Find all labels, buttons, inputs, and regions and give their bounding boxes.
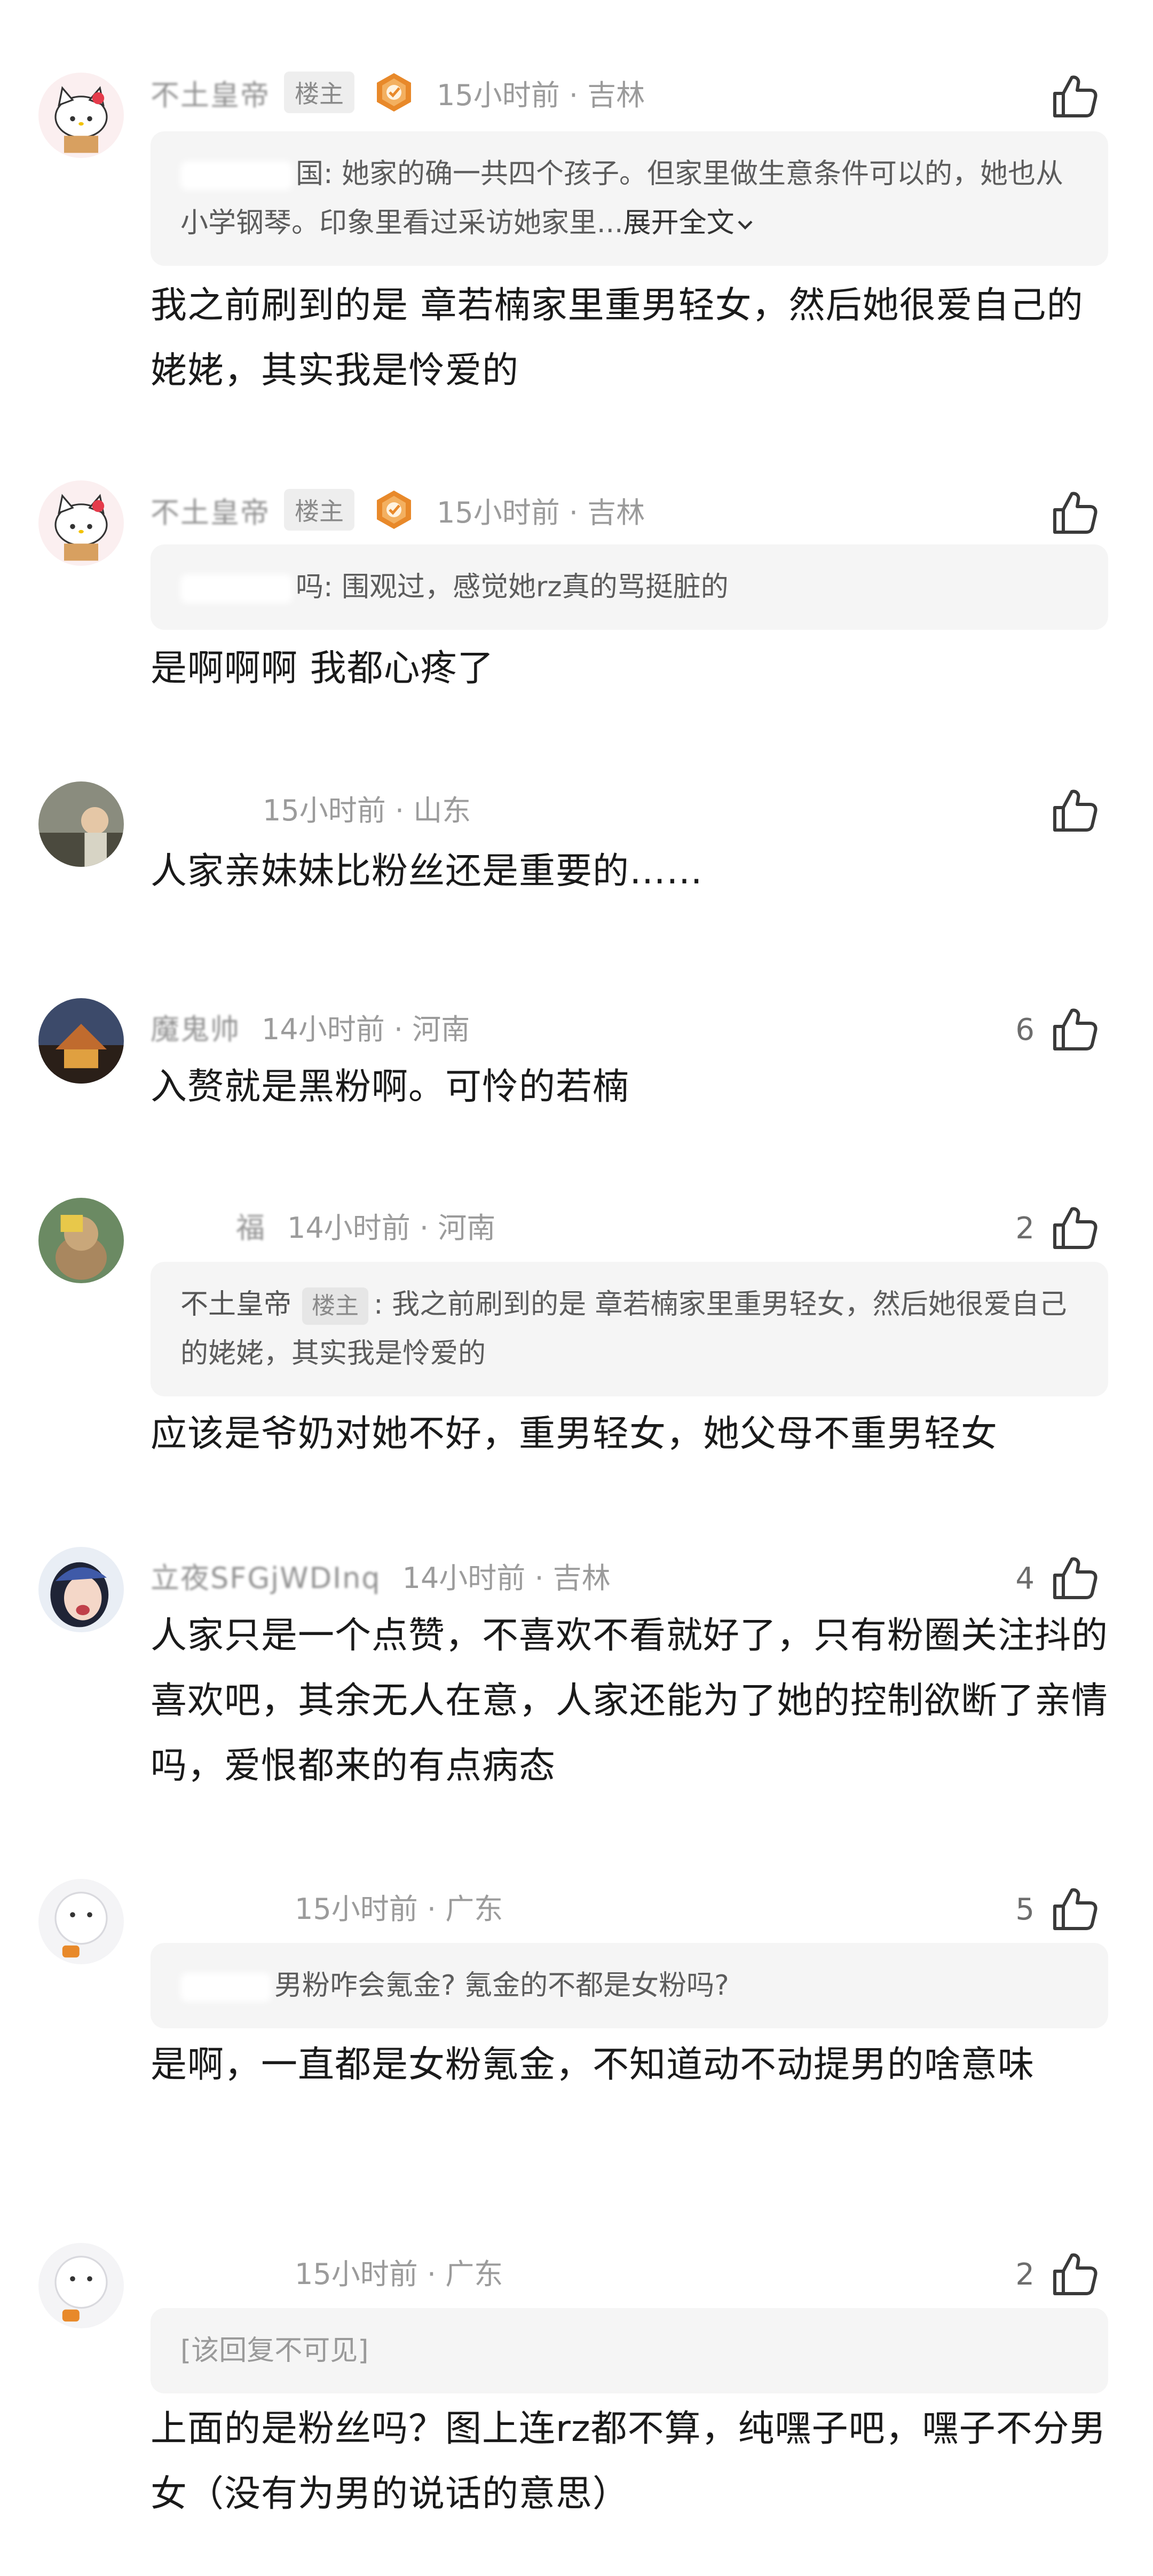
fan-medal-icon	[373, 488, 415, 531]
comment-text: 是啊，一直都是女粉氪金，不知道动不动提男的啥意味	[151, 2044, 1035, 2086]
time-location: 15小时前 · 广东	[295, 2257, 503, 2291]
avatar[interactable]	[38, 480, 124, 566]
like-button[interactable]: 2	[1015, 1199, 1100, 1258]
comment-meta: 魔鬼帅 14小时前 · 河南	[151, 1002, 470, 1050]
comment-meta: 不土皇帝 楼主 15小时前 · 吉林	[151, 68, 645, 116]
thumbs-up-icon[interactable]	[1048, 1004, 1100, 1055]
comment-meta: 15小时前 · 山东	[151, 784, 471, 832]
quote-text: 吗: 围观过，感觉她rz真的骂挺脏的	[296, 571, 729, 603]
username[interactable]: 不土皇帝	[151, 72, 270, 114]
comment-text: 我之前刷到的是 章若楠家里重男轻女，然后她很爱自己的姥姥，其实我是怜爱的	[151, 285, 1084, 392]
thumbs-up-icon[interactable]	[1048, 1203, 1100, 1254]
quoted-reply: [该回复不可见]	[151, 2308, 1108, 2393]
thumbs-up-icon[interactable]	[1048, 1553, 1100, 1604]
quote-text: [该回复不可见]	[180, 2335, 369, 2367]
fan-medal-icon	[373, 71, 415, 114]
comment-text: 应该是爷奶对她不好，重男轻女，她父母不重男轻女	[151, 1413, 998, 1455]
time-location: 15小时前 · 吉林	[437, 78, 645, 112]
quote-text: 国: 她家的确一共四个孩子。但家里做生意条件可以的，她也从小学钢琴。印象里看过采…	[180, 158, 1064, 239]
like-button[interactable]	[1034, 781, 1100, 840]
time-location: 14小时前 · 河南	[287, 1211, 496, 1245]
avatar[interactable]	[38, 1879, 124, 1964]
like-button[interactable]: 5	[1015, 1880, 1100, 1939]
op-badge: 楼主	[284, 72, 354, 113]
username[interactable]: 福	[151, 1204, 266, 1246]
blurred-username	[180, 1973, 271, 2002]
time-location: 15小时前 · 吉林	[437, 495, 645, 530]
thumbs-up-icon[interactable]	[1048, 1884, 1100, 1935]
quoted-reply[interactable]: 男粉咋会氪金? 氪金的不都是女粉吗?	[151, 1943, 1108, 2028]
like-button[interactable]	[1034, 67, 1100, 126]
comment-text: 人家只是一个点赞，不喜欢不看就好了，只有粉圈关注抖的喜欢吧，其余无人在意，人家还…	[151, 1615, 1109, 1787]
comment-meta: 福 14小时前 · 河南	[151, 1201, 495, 1249]
like-button[interactable]: 2	[1015, 2245, 1100, 2304]
thumbs-up-icon[interactable]	[1048, 2249, 1100, 2300]
avatar[interactable]	[38, 781, 124, 867]
avatar[interactable]	[38, 2243, 124, 2328]
quote-text: 男粉咋会氪金? 氪金的不都是女粉吗?	[274, 1970, 729, 2002]
thumbs-up-icon[interactable]	[1048, 487, 1100, 539]
like-count: 5	[1015, 1892, 1034, 1927]
comment-text: 人家亲妹妹比粉丝还是重要的……	[151, 850, 704, 892]
avatar[interactable]	[38, 1198, 124, 1283]
avatar[interactable]	[38, 73, 124, 158]
comment-text: 入赘就是黑粉啊。可怜的若楠	[151, 1066, 630, 1108]
op-badge: 楼主	[284, 489, 354, 531]
comment-text: 是啊啊啊 我都心疼了	[151, 647, 494, 690]
blurred-username	[180, 161, 293, 190]
time-location: 14小时前 · 河南	[262, 1012, 470, 1046]
like-count: 2	[1015, 1211, 1034, 1246]
like-count: 4	[1015, 1561, 1034, 1596]
quote-author[interactable]: 不土皇帝	[180, 1289, 291, 1321]
like-count: 2	[1015, 2257, 1034, 2292]
avatar[interactable]	[38, 998, 124, 1084]
time-location: 15小时前 · 山东	[263, 793, 471, 827]
like-button[interactable]	[1034, 484, 1100, 542]
chevron-down-icon	[738, 220, 753, 230]
comment-meta: 15小时前 · 广东	[151, 2247, 503, 2295]
comment-meta: 不土皇帝 楼主 15小时前 · 吉林	[151, 486, 645, 534]
thumbs-up-icon[interactable]	[1048, 785, 1100, 836]
like-button[interactable]: 4	[1015, 1549, 1100, 1608]
username[interactable]: 不土皇帝	[151, 489, 270, 531]
comment-meta: 立夜SFGjWDInq 14小时前 · 吉林	[151, 1551, 611, 1599]
thumbs-up-icon[interactable]	[1048, 71, 1100, 122]
quoted-reply[interactable]: 吗: 围观过，感觉她rz真的骂挺脏的	[151, 544, 1108, 630]
time-location: 14小时前 · 吉林	[402, 1561, 611, 1595]
avatar[interactable]	[38, 1547, 124, 1632]
op-badge: 楼主	[302, 1287, 369, 1325]
comment-meta: 15小时前 · 广东	[151, 1882, 503, 1930]
time-location: 15小时前 · 广东	[295, 1892, 503, 1926]
like-count: 6	[1015, 1012, 1034, 1047]
expand-label: 展开全文	[623, 207, 735, 239]
quoted-reply[interactable]: 国: 她家的确一共四个孩子。但家里做生意条件可以的，她也从小学钢琴。印象里看过采…	[151, 131, 1108, 266]
expand-button[interactable]: 展开全文	[623, 207, 756, 239]
quoted-reply[interactable]: 不土皇帝 楼主: 我之前刷到的是 章若楠家里重男轻女，然后她很爱自己的姥姥，其实我…	[151, 1262, 1108, 1396]
username[interactable]: 魔鬼帅	[151, 1006, 240, 1048]
comment-text: 上面的是粉丝吗？图上连rz都不算，纯嘿子吧，嘿子不分男女（没有为男的说话的意思）	[151, 2408, 1107, 2515]
like-button[interactable]: 6	[1015, 1000, 1100, 1059]
username[interactable]: 立夜SFGjWDInq	[151, 1554, 381, 1597]
blurred-username	[180, 574, 293, 603]
